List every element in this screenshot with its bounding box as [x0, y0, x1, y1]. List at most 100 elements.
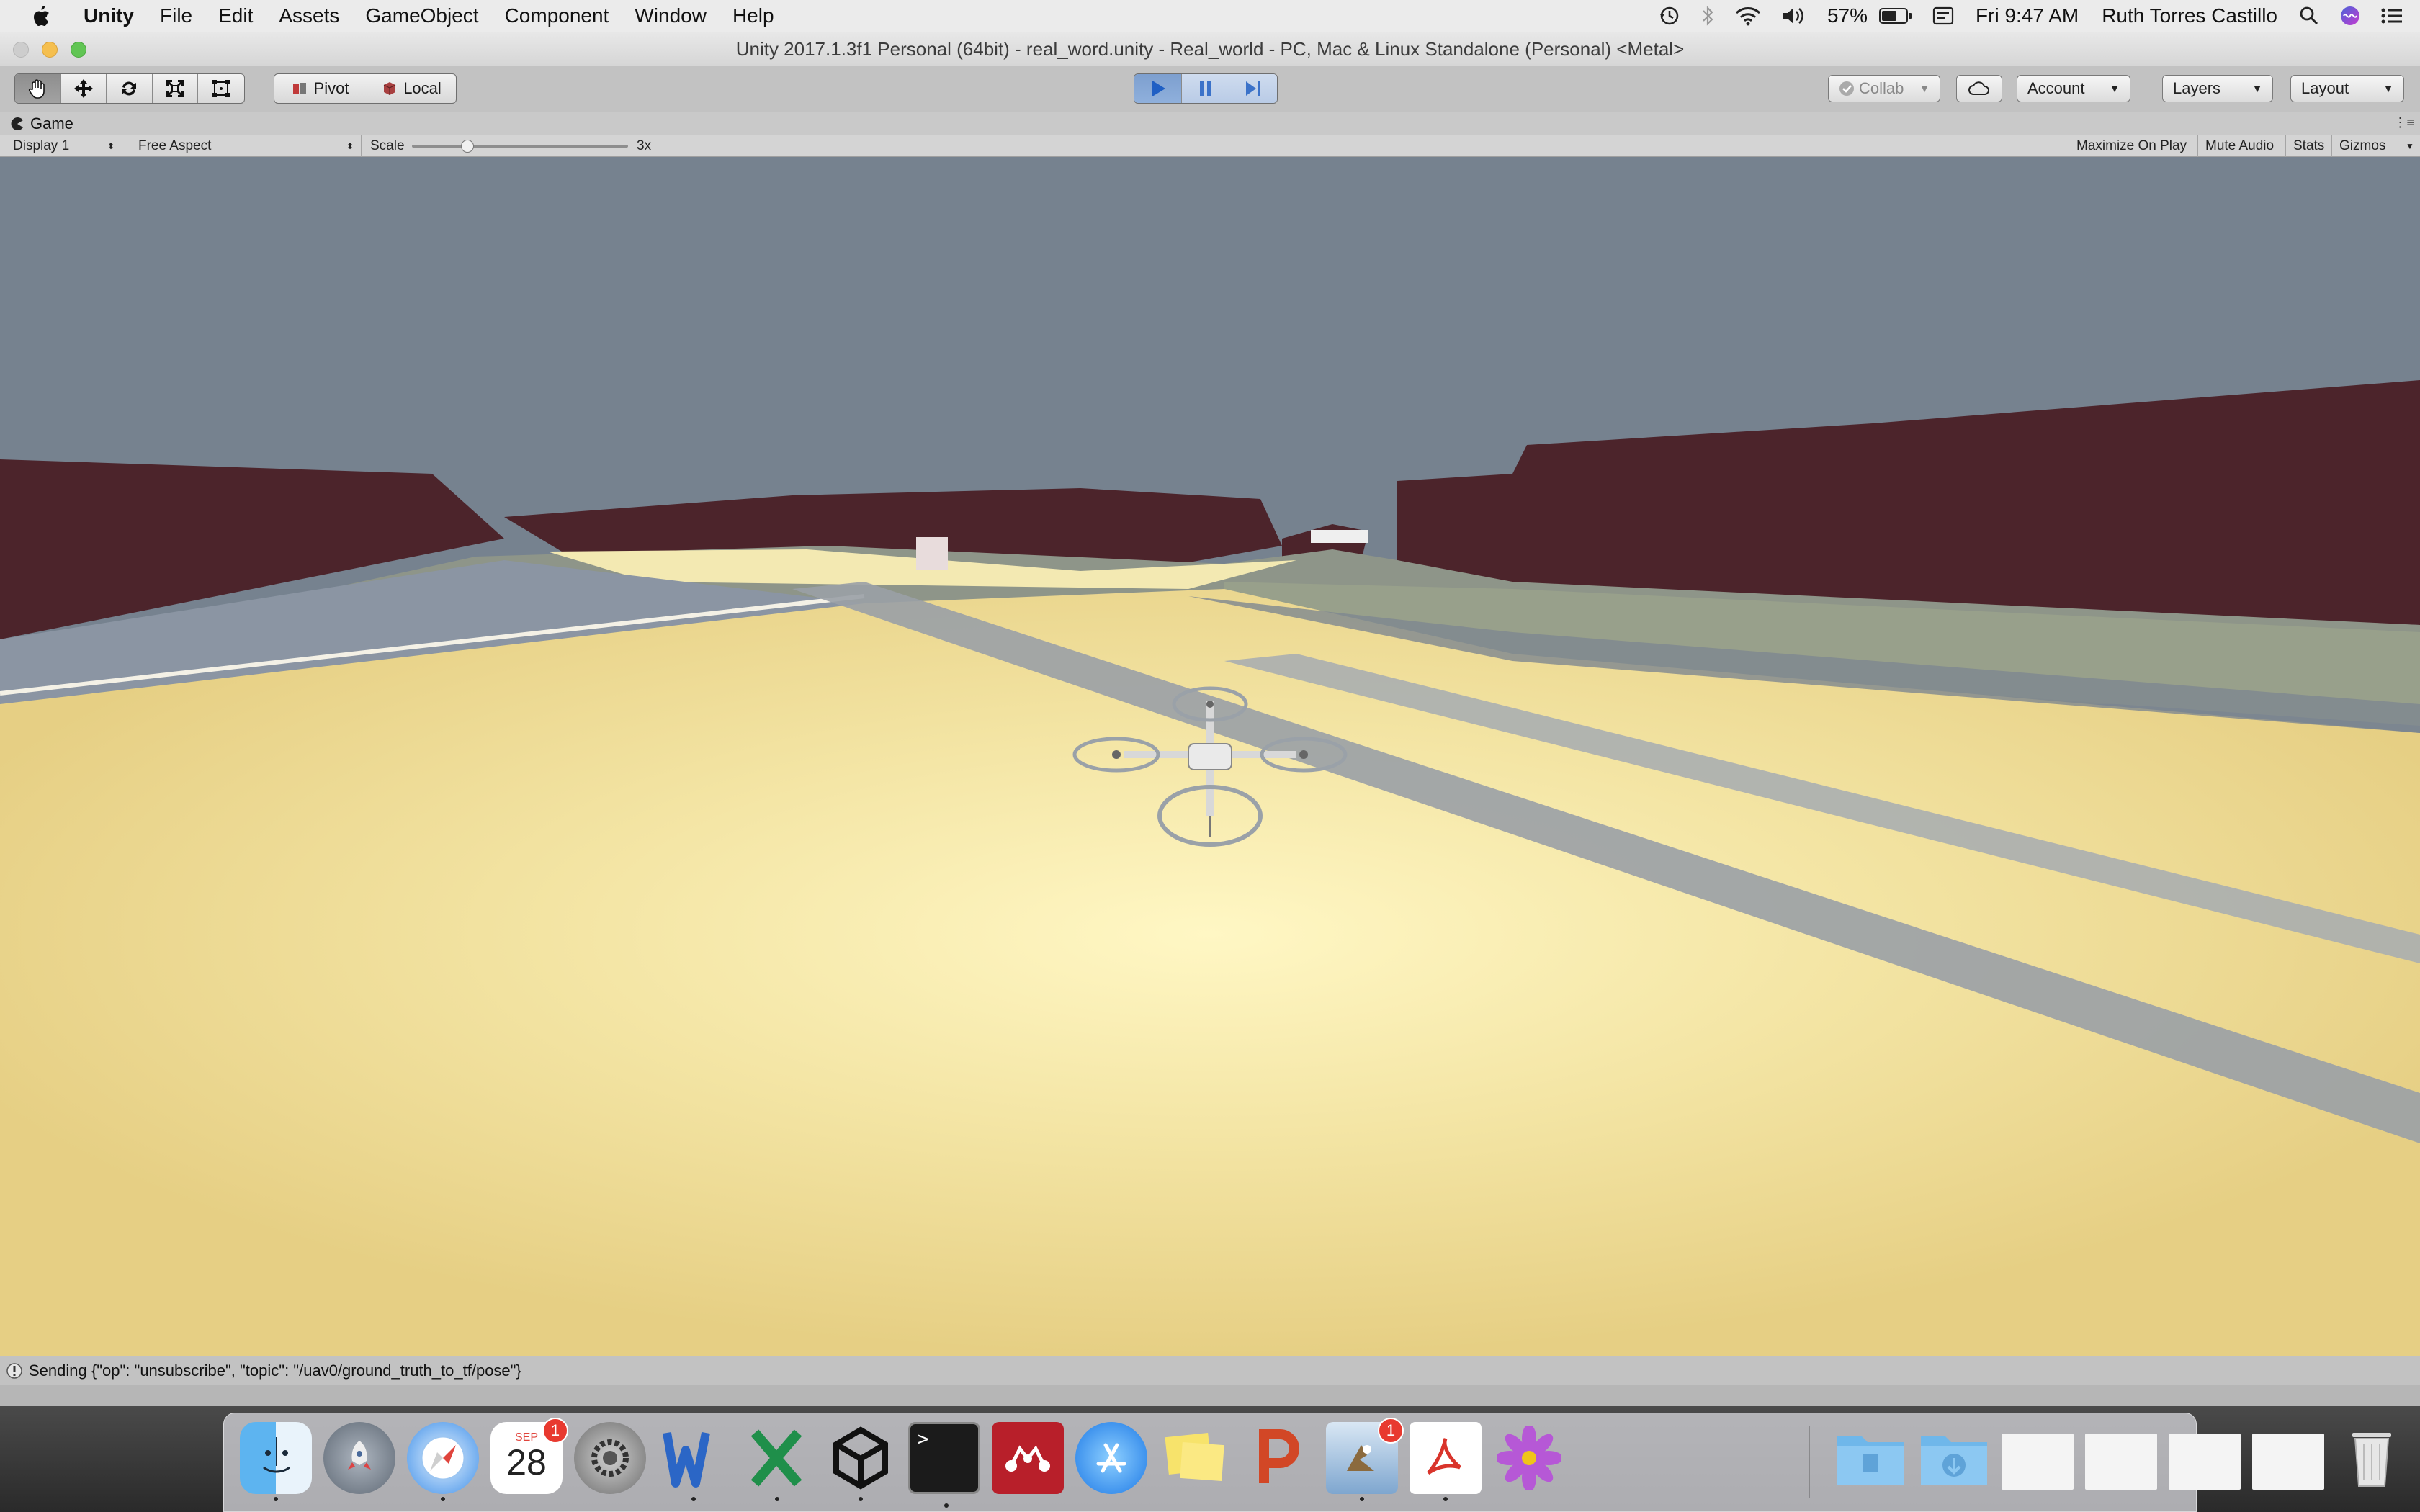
- battery-percent: 57%: [1827, 4, 1868, 27]
- account-dropdown[interactable]: Account ▼: [2017, 75, 2130, 102]
- scale-tool-button[interactable]: [153, 74, 199, 103]
- play-icon: [1152, 81, 1165, 96]
- layers-label: Layers: [2173, 79, 2221, 97]
- aspect-value: Free Aspect: [138, 138, 212, 153]
- menu-edit[interactable]: Edit: [205, 0, 266, 32]
- siri-icon[interactable]: [2329, 0, 2371, 32]
- volume-icon[interactable]: [1771, 0, 1816, 32]
- bluetooth-icon[interactable]: [1690, 0, 1725, 32]
- minimized-document-window-icon[interactable]: [2252, 1434, 2324, 1490]
- local-cube-icon: [383, 82, 396, 95]
- local-button[interactable]: Local: [367, 74, 456, 103]
- tab-game-label: Game: [30, 114, 73, 132]
- trash-icon[interactable]: [2336, 1422, 2408, 1494]
- layout-dropdown[interactable]: Layout ▼: [2290, 75, 2404, 102]
- user-name[interactable]: Ruth Torres Castillo: [2090, 4, 2289, 27]
- excel-icon[interactable]: [741, 1422, 813, 1501]
- move-tool-button[interactable]: [61, 74, 107, 103]
- maximize-on-play-toggle[interactable]: Maximize On Play: [2069, 135, 2198, 157]
- menu-app-unity[interactable]: Unity: [76, 0, 147, 32]
- mendeley-icon[interactable]: [992, 1422, 1064, 1494]
- cloud-icon: [1968, 81, 1989, 95]
- info-icon: [6, 1362, 23, 1380]
- checkmark-icon: [1839, 81, 1854, 96]
- step-button[interactable]: [1229, 74, 1277, 103]
- cloud-services-button[interactable]: [1956, 75, 2002, 102]
- menu-gameobject[interactable]: GameObject: [352, 0, 491, 32]
- notification-center-icon[interactable]: [2371, 0, 2420, 32]
- minimized-pdf-window-icon[interactable]: [2002, 1434, 2074, 1490]
- rotate-tool-button[interactable]: [107, 74, 153, 103]
- apple-menu-icon[interactable]: [26, 1, 55, 30]
- aspect-select[interactable]: Free Aspect ⬍: [131, 135, 362, 157]
- pause-button[interactable]: [1182, 74, 1229, 103]
- finder-icon[interactable]: [240, 1422, 312, 1501]
- calendar-icon[interactable]: SEP 28 1: [490, 1418, 568, 1494]
- pivot-local-toggle: Pivot Local: [274, 73, 457, 104]
- stickies-icon[interactable]: [1159, 1422, 1231, 1494]
- scale-icon: [166, 80, 184, 97]
- collab-dropdown[interactable]: Collab ▼: [1828, 75, 1940, 102]
- scale-slider-track[interactable]: [412, 145, 628, 148]
- menu-file[interactable]: File: [147, 0, 205, 32]
- word-icon[interactable]: [658, 1422, 730, 1501]
- menu-help[interactable]: Help: [720, 0, 787, 32]
- minimized-safari-window-icon[interactable]: [2085, 1434, 2157, 1490]
- distant-sign: [916, 537, 948, 570]
- dock: SEP 28 1 >_ 1: [223, 1413, 2391, 1512]
- mail-badge: 1: [1378, 1418, 1404, 1444]
- system-preferences-icon[interactable]: [574, 1422, 646, 1494]
- launchpad-icon[interactable]: [323, 1422, 395, 1494]
- collab-label: Collab: [1859, 79, 1904, 97]
- safari-icon[interactable]: [407, 1422, 479, 1501]
- game-options-bar: Display 1 ⬍ Free Aspect ⬍ Scale 3x Maximiz…: [0, 135, 2420, 157]
- scene-render: [0, 157, 2420, 1356]
- minimized-safari-window-icon-2[interactable]: [2169, 1434, 2241, 1490]
- mail-icon[interactable]: 1: [1326, 1418, 1404, 1501]
- time-machine-icon[interactable]: [1649, 0, 1690, 32]
- terminal-icon[interactable]: >_: [908, 1422, 980, 1508]
- panel-menu-icon[interactable]: ⋮≡: [2393, 115, 2414, 130]
- scale-slider-thumb[interactable]: [461, 140, 474, 153]
- spotlight-search-icon[interactable]: [2289, 0, 2329, 32]
- game-viewport[interactable]: [0, 157, 2420, 1356]
- local-label: Local: [403, 79, 442, 97]
- hand-tool-button[interactable]: [15, 74, 61, 103]
- wifi-icon[interactable]: [1725, 0, 1771, 32]
- unity-icon[interactable]: [825, 1422, 897, 1501]
- clock[interactable]: Fri 9:47 AM: [1964, 4, 2090, 27]
- pivot-label: Pivot: [313, 79, 349, 97]
- scale-value: 3x: [637, 138, 652, 153]
- display-select[interactable]: Display 1 ⬍: [6, 135, 122, 157]
- account-label: Account: [2027, 79, 2085, 97]
- documents-folder-icon[interactable]: [1834, 1422, 1906, 1494]
- gizmos-toggle[interactable]: Gizmos: [2332, 135, 2398, 157]
- pivot-button[interactable]: Pivot: [274, 74, 367, 103]
- mute-audio-toggle[interactable]: Mute Audio: [2198, 135, 2286, 157]
- rect-tool-button[interactable]: [198, 74, 244, 103]
- console-status-bar[interactable]: Sending {"op": "unsubscribe", "topic": "…: [0, 1356, 2420, 1385]
- calendar-day: 28: [506, 1442, 547, 1482]
- layers-dropdown[interactable]: Layers ▼: [2162, 75, 2273, 102]
- macos-menu-bar: Unity File Edit Assets GameObject Compon…: [0, 0, 2420, 32]
- flower-icon[interactable]: [1493, 1422, 1565, 1494]
- pacman-game-icon: [11, 117, 23, 130]
- gizmos-dropdown-arrow[interactable]: ▼: [2398, 135, 2420, 157]
- cast-display-icon[interactable]: [1922, 0, 1964, 32]
- menu-component[interactable]: Component: [492, 0, 622, 32]
- window-title: Unity 2017.1.3f1 Personal (64bit) - real…: [735, 38, 1685, 60]
- tab-game[interactable]: Game: [10, 114, 73, 133]
- app-store-icon[interactable]: [1075, 1422, 1147, 1494]
- battery-icon[interactable]: [1879, 0, 1922, 32]
- menu-assets[interactable]: Assets: [266, 0, 352, 32]
- downloads-folder-icon[interactable]: [1918, 1422, 1990, 1494]
- menu-window[interactable]: Window: [622, 0, 720, 32]
- layout-label: Layout: [2301, 79, 2349, 97]
- rect-transform-icon: [212, 80, 230, 97]
- play-button[interactable]: [1134, 74, 1182, 103]
- move-icon: [73, 79, 93, 98]
- powerpoint-icon[interactable]: [1242, 1422, 1314, 1494]
- stats-toggle[interactable]: Stats: [2286, 135, 2332, 157]
- acrobat-icon[interactable]: [1410, 1422, 1482, 1501]
- step-icon: [1246, 81, 1260, 96]
